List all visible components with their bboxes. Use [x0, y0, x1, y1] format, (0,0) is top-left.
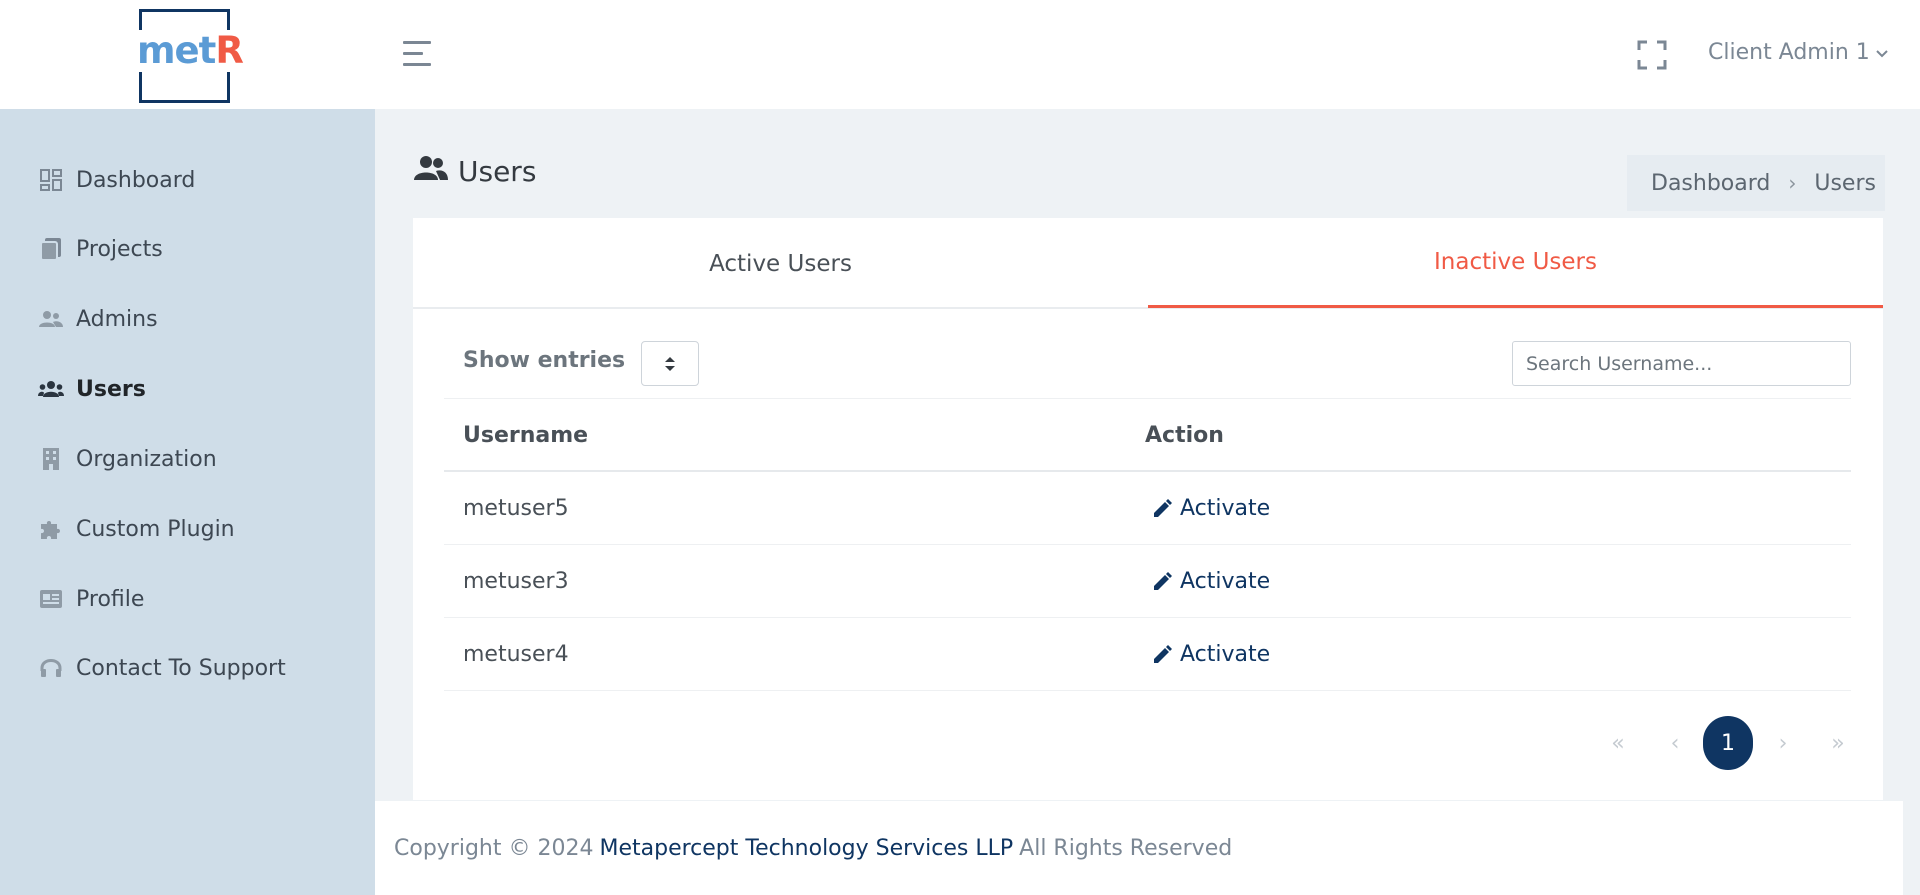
id-card-icon — [38, 586, 64, 612]
sort-icon — [665, 356, 675, 371]
sidebar-item-label: Projects — [76, 236, 163, 262]
sidebar-item-organization[interactable]: Organization — [38, 439, 217, 479]
column-header-username[interactable]: Username — [463, 399, 588, 471]
pagination-first[interactable]: « — [1598, 716, 1638, 770]
search-input[interactable] — [1512, 341, 1851, 386]
users-icon — [414, 155, 448, 188]
user-menu[interactable]: Client Admin 1 — [1708, 40, 1888, 65]
dashboard-icon — [38, 167, 64, 193]
sidebar-item-projects[interactable]: Projects — [38, 229, 163, 269]
footer: Copyright © 2024 Metapercept Technology … — [375, 801, 1903, 895]
sidebar-item-users[interactable]: Users — [38, 369, 146, 409]
table-row: metuser5 Activate — [444, 472, 1851, 545]
table-row: metuser4 Activate — [444, 618, 1851, 691]
logo-text-part2: R — [215, 29, 243, 72]
user-name: Client Admin 1 — [1708, 40, 1870, 65]
breadcrumb-item-current: Users — [1814, 170, 1876, 196]
tab-inactive-users[interactable]: Inactive Users — [1148, 218, 1883, 308]
sidebar-item-label: Dashboard — [76, 167, 196, 193]
fullscreen-icon[interactable] — [1636, 39, 1668, 71]
admins-icon — [38, 306, 64, 332]
sidebar-item-admins[interactable]: Admins — [38, 299, 158, 339]
username-cell: metuser5 — [463, 496, 569, 521]
activate-button[interactable]: Activate — [1152, 472, 1270, 545]
sidebar-item-label: Admins — [76, 306, 158, 332]
activate-button[interactable]: Activate — [1152, 545, 1270, 618]
pagination-prev[interactable]: ‹ — [1655, 716, 1695, 770]
tab-bar: Active Users Inactive Users — [413, 218, 1883, 309]
footer-copyright: Copyright © 2024 — [394, 835, 594, 861]
entries-select[interactable] — [641, 341, 699, 386]
pagination-last[interactable]: » — [1818, 716, 1858, 770]
sidebar-item-label: Users — [76, 376, 146, 402]
puzzle-icon — [38, 516, 64, 542]
logo-text-part1: met — [137, 29, 216, 72]
sidebar: Dashboard Projects Admins Users Organiza… — [0, 109, 375, 895]
username-cell: metuser3 — [463, 569, 569, 594]
users-card: Active Users Inactive Users Show entries… — [413, 218, 1883, 800]
show-entries-label: Show entries — [463, 348, 626, 373]
table-header: Username Action — [444, 398, 1851, 472]
activate-label: Activate — [1180, 642, 1271, 667]
sidebar-item-label: Organization — [76, 446, 217, 472]
pencil-icon — [1154, 644, 1172, 663]
breadcrumb-item-dashboard[interactable]: Dashboard — [1651, 171, 1770, 196]
pagination-next[interactable]: › — [1763, 716, 1803, 770]
clipboard-icon — [38, 236, 64, 262]
sidebar-item-custom-plugin[interactable]: Custom Plugin — [38, 509, 235, 549]
top-header: metR Client Admin 1 — [0, 0, 1920, 109]
column-header-action: Action — [1145, 422, 1224, 448]
footer-rights: All Rights Reserved — [1019, 835, 1233, 861]
chevron-down-icon — [1876, 50, 1888, 58]
sidebar-item-label: Profile — [76, 586, 145, 612]
breadcrumb: Dashboard › Users — [1627, 155, 1885, 211]
sidebar-item-contact-support[interactable]: Contact To Support — [38, 648, 286, 688]
username-cell: metuser4 — [463, 642, 569, 667]
pencil-icon — [1154, 498, 1172, 517]
users-table: Username Action metuser5 Activate metuse… — [444, 398, 1851, 691]
sidebar-item-profile[interactable]: Profile — [38, 579, 144, 619]
page-title-text: Users — [458, 155, 537, 188]
sidebar-item-label: Contact To Support — [76, 655, 286, 681]
users-icon — [38, 376, 64, 402]
footer-company-link[interactable]: Metapercept Technology Services LLP — [599, 836, 1013, 861]
sidebar-item-label: Custom Plugin — [76, 516, 235, 542]
menu-toggle-icon[interactable] — [403, 41, 435, 69]
activate-label: Activate — [1180, 496, 1271, 521]
tab-active-users[interactable]: Active Users — [413, 218, 1148, 309]
table-row: metuser3 Activate — [444, 545, 1851, 618]
headset-icon — [38, 655, 64, 681]
chevron-right-icon: › — [1788, 171, 1797, 195]
sidebar-item-dashboard[interactable]: Dashboard — [38, 160, 195, 200]
activate-label: Activate — [1180, 569, 1271, 594]
building-icon — [38, 446, 64, 472]
pencil-icon — [1154, 571, 1172, 590]
page-title: Users — [414, 155, 536, 188]
logo[interactable]: metR — [136, 30, 244, 72]
activate-button[interactable]: Activate — [1152, 618, 1270, 691]
pagination-page-current[interactable]: 1 — [1703, 716, 1753, 770]
